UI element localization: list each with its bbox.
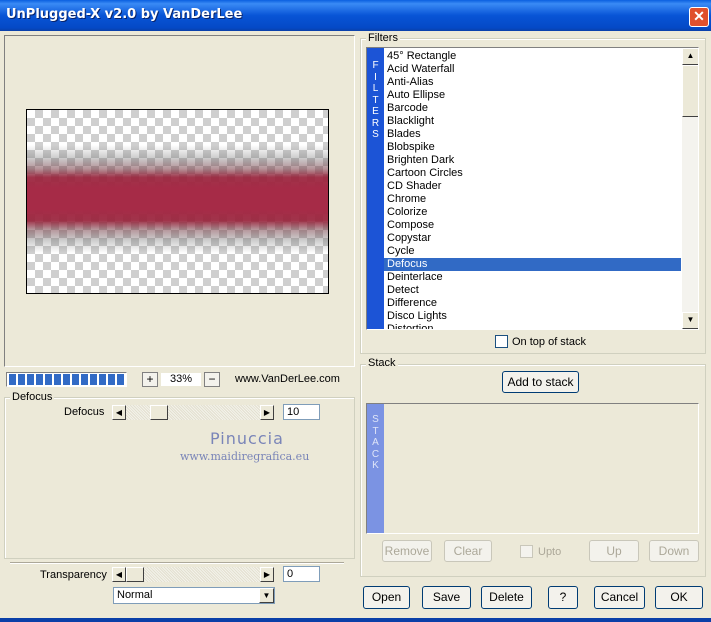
filters-scrollbar[interactable]: ▲ ▼ xyxy=(682,48,698,329)
filter-list-item[interactable]: Blobspike xyxy=(384,141,681,154)
defocus-value-input[interactable]: 10 xyxy=(283,404,320,420)
filter-list-item[interactable]: Colorize xyxy=(384,206,681,219)
filters-list[interactable]: 45° Rectangle Acid Waterfall Anti-Alias Aut… xyxy=(384,50,681,329)
add-to-stack-button[interactable]: Add to stack xyxy=(502,371,579,393)
progress-segment xyxy=(108,374,115,385)
scroll-down-arrow-icon[interactable]: ▼ xyxy=(682,312,698,329)
remove-button[interactable]: Remove xyxy=(382,540,432,562)
transparency-right-arrow-icon[interactable]: ▶ xyxy=(260,567,274,582)
chevron-down-icon[interactable]: ▼ xyxy=(259,588,274,603)
watermark-url: www.maidiregrafica.eu xyxy=(180,450,310,463)
filters-side-label: FILTERS xyxy=(371,60,380,140)
filter-list-item[interactable]: Cartoon Circles xyxy=(384,167,681,180)
filter-list-item[interactable]: 45° Rectangle xyxy=(384,50,681,63)
filter-list-item[interactable]: Blacklight xyxy=(384,115,681,128)
progress-segment xyxy=(90,374,97,385)
filter-list-item[interactable]: Distortion xyxy=(384,323,681,329)
defocus-slider-label: Defocus xyxy=(64,406,105,418)
scrollbar-thumb[interactable] xyxy=(682,65,698,117)
progress-segment xyxy=(18,374,25,385)
upto-label[interactable]: Upto xyxy=(538,546,561,558)
clear-button[interactable]: Clear xyxy=(444,540,492,562)
progress-segment xyxy=(54,374,61,385)
filter-list-item[interactable]: Barcode xyxy=(384,102,681,115)
on-top-checkbox[interactable] xyxy=(495,335,508,348)
help-button[interactable]: ? xyxy=(548,586,578,609)
filter-list-item[interactable]: Defocus xyxy=(384,258,681,271)
filter-list-item[interactable]: Deinterlace xyxy=(384,271,681,284)
progress-segment xyxy=(27,374,34,385)
title-bar[interactable]: UnPlugged-X v2.0 by VanDerLee ✕ xyxy=(0,0,711,31)
filter-list-item[interactable]: Difference xyxy=(384,297,681,310)
transparency-value-input[interactable]: 0 xyxy=(283,566,320,582)
down-button[interactable]: Down xyxy=(649,540,699,562)
filter-list-item[interactable]: Cycle xyxy=(384,245,681,258)
cancel-button[interactable]: Cancel xyxy=(594,586,645,609)
progress-bar xyxy=(6,372,127,387)
open-button[interactable]: Open xyxy=(363,586,410,609)
transparency-divider xyxy=(10,562,344,564)
defocus-group-label: Defocus xyxy=(10,391,55,403)
filter-list-item[interactable]: Copystar xyxy=(384,232,681,245)
filters-side-bar: FILTERS xyxy=(367,48,384,329)
defocus-group xyxy=(4,397,355,559)
filters-list-box: FILTERS 45° Rectangle Acid Waterfall Anti-… xyxy=(366,47,699,330)
stack-list-box[interactable]: STACK xyxy=(366,403,699,534)
filter-list-item[interactable]: Compose xyxy=(384,219,681,232)
upto-checkbox[interactable] xyxy=(520,545,533,558)
filters-group-label: Filters xyxy=(366,32,400,44)
bottom-border xyxy=(0,618,711,622)
close-button[interactable]: ✕ xyxy=(689,7,709,27)
transparency-label: Transparency xyxy=(40,569,107,581)
on-top-label[interactable]: On top of stack xyxy=(512,336,586,348)
filter-list-item[interactable]: Chrome xyxy=(384,193,681,206)
stack-side-bar: STACK xyxy=(367,404,384,533)
scroll-up-arrow-icon[interactable]: ▲ xyxy=(682,48,698,65)
website-link[interactable]: www.VanDerLee.com xyxy=(235,373,340,385)
progress-segment xyxy=(36,374,43,385)
transparency-left-arrow-icon[interactable]: ◀ xyxy=(112,567,126,582)
progress-segment xyxy=(9,374,16,385)
progress-segment xyxy=(81,374,88,385)
progress-segment xyxy=(72,374,79,385)
defocus-slider-track[interactable] xyxy=(126,405,260,420)
defocus-slider-thumb[interactable] xyxy=(150,405,168,420)
delete-button[interactable]: Delete xyxy=(481,586,532,609)
watermark-name: Pinuccia xyxy=(210,429,284,448)
window-title: UnPlugged-X v2.0 by VanDerLee xyxy=(6,7,243,22)
filter-list-item[interactable]: CD Shader xyxy=(384,180,681,193)
save-button[interactable]: Save xyxy=(422,586,471,609)
progress-segment xyxy=(117,374,124,385)
preview-image[interactable] xyxy=(26,109,329,294)
progress-segment xyxy=(45,374,52,385)
close-icon: ✕ xyxy=(693,8,705,24)
progress-segment xyxy=(63,374,70,385)
zoom-in-button[interactable]: + xyxy=(142,372,158,387)
preview-panel xyxy=(4,35,355,367)
filter-list-item[interactable]: Auto Ellipse xyxy=(384,89,681,102)
ok-button[interactable]: OK xyxy=(655,586,703,609)
stack-side-label: STACK xyxy=(371,414,380,471)
blend-mode-value: Normal xyxy=(117,589,153,601)
transparency-slider-thumb[interactable] xyxy=(126,567,144,582)
progress-segment xyxy=(99,374,106,385)
filter-list-item[interactable]: Disco Lights xyxy=(384,310,681,323)
defocus-right-arrow-icon[interactable]: ▶ xyxy=(260,405,274,420)
filter-list-item[interactable]: Blades xyxy=(384,128,681,141)
filter-list-item[interactable]: Acid Waterfall xyxy=(384,63,681,76)
filter-list-item[interactable]: Brighten Dark xyxy=(384,154,681,167)
up-button[interactable]: Up xyxy=(589,540,639,562)
transparency-slider-track[interactable] xyxy=(126,567,260,582)
blend-mode-select[interactable]: Normal ▼ xyxy=(113,587,275,604)
defocus-left-arrow-icon[interactable]: ◀ xyxy=(112,405,126,420)
filter-list-item[interactable]: Anti-Alias xyxy=(384,76,681,89)
filter-list-item[interactable]: Detect xyxy=(384,284,681,297)
zoom-level: 33% xyxy=(161,373,201,386)
preview-filter-effect xyxy=(27,145,328,253)
stack-group-label: Stack xyxy=(366,357,398,369)
zoom-out-button[interactable]: − xyxy=(204,372,220,387)
